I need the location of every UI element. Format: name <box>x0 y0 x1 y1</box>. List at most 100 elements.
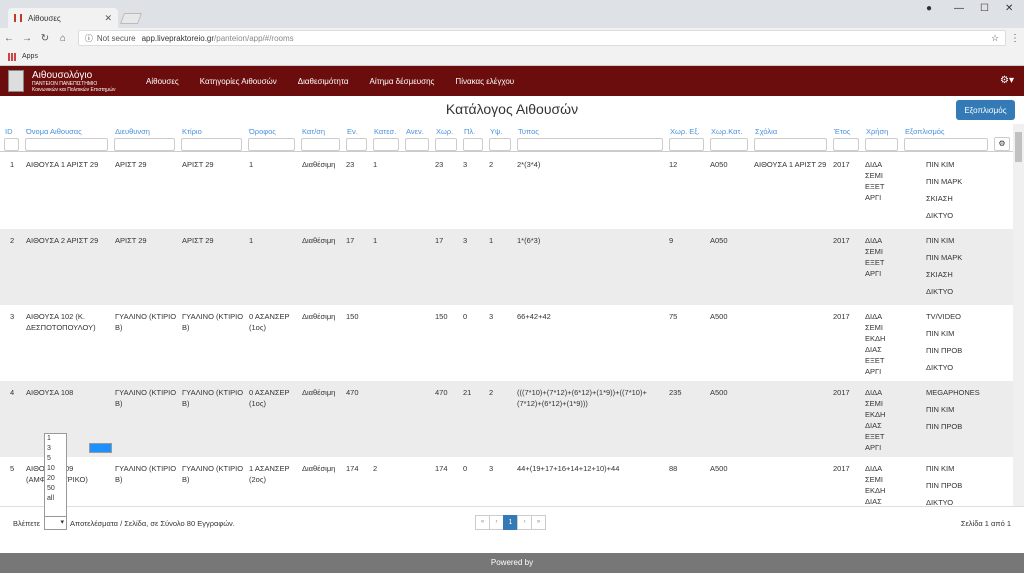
page-size-dropdown[interactable]: 1 3 5 10 20 50 all <box>44 433 112 517</box>
col-id[interactable]: ID <box>5 127 13 136</box>
page-size-option[interactable]: 50 <box>45 484 66 494</box>
filter-comments[interactable] <box>754 138 827 151</box>
col-xorkat[interactable]: Χωρ.Κατ. <box>711 127 743 136</box>
filter-xorkat[interactable] <box>710 138 748 151</box>
profile-icon[interactable]: ● <box>926 3 932 14</box>
equipment-item: ΠΙΝ ΠΡΟΒ <box>926 422 963 431</box>
filter-en[interactable] <box>346 138 367 151</box>
back-icon[interactable]: ← <box>0 33 18 44</box>
col-year[interactable]: Έτος <box>834 127 851 136</box>
columns-gear-icon[interactable]: ⚙ <box>994 137 1010 151</box>
col-name[interactable]: Όνομα Αιθουσας <box>26 127 82 136</box>
menu-icon[interactable]: ⋮ <box>1006 33 1024 44</box>
filter-building[interactable] <box>181 138 242 151</box>
table-scrollbar[interactable] <box>1013 124 1024 506</box>
close-window-icon[interactable]: ✕ <box>1005 3 1013 14</box>
first-page-button[interactable]: « <box>475 515 490 530</box>
page-size-option[interactable] <box>89 443 112 453</box>
col-type[interactable]: Τυπος <box>518 127 539 136</box>
use-item: ΔΙΑΣ <box>865 345 882 354</box>
cell-floor: 0 ΑΣΑΝΣΕΡ (1ος) <box>249 388 290 408</box>
filter-id[interactable] <box>4 138 19 151</box>
cell-year: 2017 <box>833 160 850 169</box>
last-page-button[interactable]: » <box>531 515 546 530</box>
page-size-option[interactable]: 10 <box>45 464 66 474</box>
powered-by-footer: Powered by <box>0 553 1024 573</box>
use-item: ΑΡΓΙ <box>865 193 882 202</box>
tab-close-icon[interactable]: ✕ <box>104 13 112 24</box>
table-row[interactable]: 4 ΑΙΘΟΥΣΑ 108 ΓΥΑΛΙΝΟ (ΚΤΙΡΙΟ Β) ΓΥΑΛΙΝΟ (Κ… <box>0 381 1013 457</box>
nav-availability[interactable]: Διαθεσιμότητα <box>298 77 349 86</box>
scrollbar-thumb[interactable] <box>1015 132 1022 162</box>
page-size-option[interactable]: 5 <box>45 454 66 464</box>
filter-address[interactable] <box>114 138 175 151</box>
equipment-button[interactable]: Εξοπλισμός <box>956 100 1015 120</box>
filter-type[interactable] <box>517 138 663 151</box>
settings-gear-icon[interactable]: ⚙▾ <box>1000 75 1014 86</box>
filter-anen[interactable] <box>405 138 429 151</box>
page-1-button[interactable]: 1 <box>503 515 518 530</box>
filter-ips[interactable] <box>489 138 511 151</box>
filter-kates[interactable] <box>373 138 399 151</box>
page-size-option[interactable]: 20 <box>45 474 66 484</box>
table-row[interactable]: 1 ΑΙΘΟΥΣΑ 1 ΑΡΙΣΤ 29 ΑΡΙΣΤ 29 ΑΡΙΣΤ 29 1 Διαθ… <box>0 153 1013 229</box>
col-ips[interactable]: Υψ. <box>490 127 502 136</box>
filter-status[interactable] <box>301 138 340 151</box>
cell-xorex: 12 <box>669 160 678 169</box>
forward-icon[interactable]: → <box>18 33 36 44</box>
filter-xorex[interactable] <box>669 138 704 151</box>
cell-xorex: 9 <box>669 236 674 245</box>
filter-floor[interactable] <box>248 138 295 151</box>
cell-xorex: 235 <box>669 388 682 397</box>
cell-name: ΑΙΘΟΥΣΑ 209 (ΑΜΦΙΘΕΑΤΡΙΚΟ) <box>26 464 88 484</box>
filter-use[interactable] <box>865 138 898 151</box>
maximize-icon[interactable]: ☐ <box>980 3 989 14</box>
col-status[interactable]: Κατ/ση <box>302 127 325 136</box>
col-xorex[interactable]: Χωρ. Εξ. <box>670 127 700 136</box>
filter-xor[interactable] <box>435 138 457 151</box>
filter-equipment[interactable] <box>904 138 988 151</box>
col-xor[interactable]: Χωρ. <box>436 127 453 136</box>
home-icon[interactable]: ⌂ <box>54 33 72 44</box>
col-use[interactable]: Χρήση <box>866 127 888 136</box>
page-size-select[interactable]: ▾ <box>44 516 67 530</box>
filter-pl[interactable] <box>463 138 483 151</box>
minimize-icon[interactable]: — <box>954 3 964 14</box>
nav-room-categories[interactable]: Κατηγορίες Αιθουσών <box>200 77 277 86</box>
new-tab-button[interactable] <box>119 13 143 24</box>
col-comments[interactable]: Σχόλια <box>755 127 777 136</box>
filter-name[interactable] <box>25 138 108 151</box>
table-row[interactable]: 3 ΑΙΘΟΥΣΑ 102 (Κ. ΔΕΣΠΟΤΟΠΟΥΛΟΥ) ΓΥΑΛΙΝΟ (… <box>0 305 1013 381</box>
table-row[interactable]: 2 ΑΙΘΟΥΣΑ 2 ΑΡΙΣΤ 29 ΑΡΙΣΤ 29 ΑΡΙΣΤ 29 1 Διαθ… <box>0 229 1013 305</box>
col-kates[interactable]: Κατεσ. <box>374 127 396 136</box>
col-floor[interactable]: Όροφος <box>249 127 276 136</box>
nav-rooms[interactable]: Αίθουσες <box>146 77 179 86</box>
url-field[interactable]: ⓘ Not secure app.livepraktoreio.gr/pante… <box>77 30 1007 46</box>
nav-dashboard[interactable]: Πίνακας ελέγχου <box>455 77 514 86</box>
browser-tab[interactable]: Αίθουσες ✕ <box>8 8 118 28</box>
filter-year[interactable] <box>833 138 859 151</box>
col-pl[interactable]: Πλ. <box>464 127 475 136</box>
page-size-option[interactable]: 3 <box>45 444 66 454</box>
apps-grid-icon <box>8 52 16 61</box>
app-logo[interactable]: Αιθουσολόγιο ΠΑΝΤΕΙΟΝ ΠΑΝΕΠΙΣΤΗΜΙΟ Κοινω… <box>0 66 132 96</box>
nav-booking-request[interactable]: Αίτημα δέσμευσης <box>369 77 434 86</box>
col-address[interactable]: Διευθυνση <box>115 127 150 136</box>
page-size-option[interactable]: all <box>45 494 66 504</box>
reload-icon[interactable]: ↻ <box>36 33 54 44</box>
cell-equipment: ΠΙΝ ΚΙΜ ΠΙΝ ΜΑΡΚ ΣΚΙΑΣΗ ΔΙΚΤΥΟ <box>926 232 962 300</box>
col-anen[interactable]: Ανεν. <box>406 127 424 136</box>
next-page-button[interactable]: › <box>517 515 532 530</box>
col-en[interactable]: Εν. <box>347 127 358 136</box>
info-icon[interactable]: ⓘ <box>85 33 93 44</box>
star-icon[interactable]: ☆ <box>991 33 999 44</box>
prev-page-button[interactable]: ‹ <box>489 515 504 530</box>
cell-year: 2017 <box>833 388 850 397</box>
apps-bookmark[interactable]: Apps <box>22 53 38 60</box>
col-equipment[interactable]: Εξοπλισμός <box>905 127 945 136</box>
table-header: ID Όνομα Αιθουσας Διευθυνση Κτίριο Όροφο… <box>0 124 1013 152</box>
page-size-option[interactable]: 1 <box>45 434 66 444</box>
cell-floor: 1 <box>249 160 254 169</box>
table-row[interactable]: 5ΑΙΘΟΥΣΑ 209 (ΑΜΦΙΘΕΑΤΡΙΚΟ)ΓΥΑΛΙΝΟ (ΚΤΙΡ… <box>0 457 1013 506</box>
col-building[interactable]: Κτίριο <box>182 127 202 136</box>
